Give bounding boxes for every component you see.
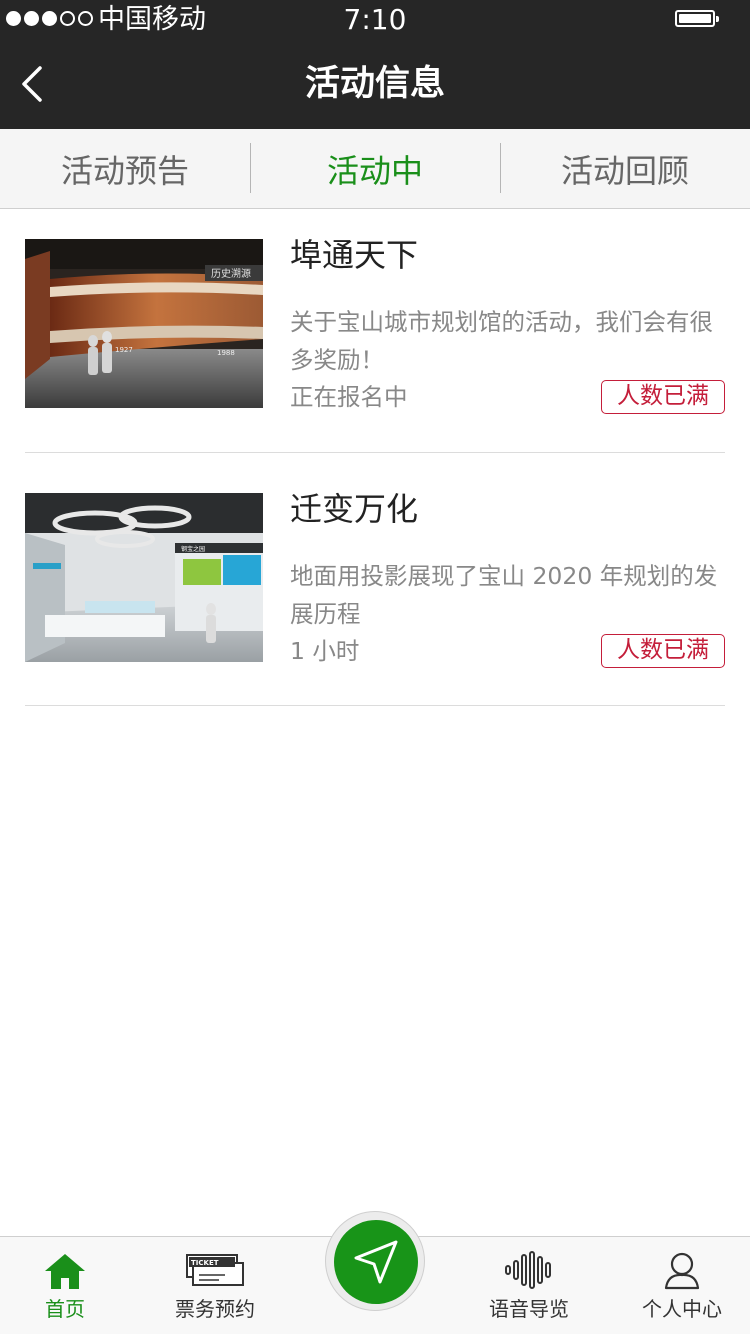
activity-item[interactable]: 钢宝之园 迁变万化 地面用投影展现了宝山 2020 年规划的发展历程 1 小时 … [25, 453, 725, 706]
tabbar-tickets[interactable]: TICKET 票务预约 [140, 1237, 290, 1334]
activity-thumbnail: 钢宝之园 [25, 493, 263, 662]
tabbar-home[interactable]: 首页 [0, 1237, 140, 1334]
activity-tabs: 活动预告 活动中 活动回顾 [0, 129, 750, 209]
activity-list: 历史溯源 1927 1988 埠通天下 关于宝山城市规划馆的活动，我们会有很多奖… [0, 209, 750, 706]
svg-text:历史溯源: 历史溯源 [211, 267, 251, 280]
activity-thumbnail: 历史溯源 1927 1988 [25, 239, 263, 408]
tabbar-home-label: 首页 [45, 1297, 85, 1321]
svg-text:1988: 1988 [217, 349, 235, 357]
activity-duration: 1 小时 [290, 637, 360, 665]
tab-ongoing[interactable]: 活动中 [250, 129, 500, 208]
navigation-arrow-icon [354, 1240, 398, 1284]
activity-description: 关于宝山城市规划馆的活动，我们会有很多奖励！ [290, 308, 713, 374]
user-icon [664, 1252, 700, 1290]
svg-text:1927: 1927 [115, 346, 133, 354]
tab-upcoming[interactable]: 活动预告 [0, 129, 250, 208]
status-time: 7:10 [343, 3, 407, 36]
battery-icon [675, 10, 719, 27]
home-icon [45, 1254, 85, 1289]
nav-bar: 活动信息 [0, 40, 750, 129]
tabbar-audio-guide[interactable]: 语音导览 [454, 1237, 604, 1334]
activity-title: 迁变万化 [290, 490, 419, 528]
activity-description: 地面用投影展现了宝山 2020 年规划的发展历程 [290, 562, 718, 628]
tabbar-audio-label: 语音导览 [489, 1297, 569, 1321]
tabbar-tickets-label: 票务预约 [175, 1297, 255, 1321]
ticket-icon: TICKET [186, 1254, 244, 1286]
activity-item[interactable]: 历史溯源 1927 1988 埠通天下 关于宝山城市规划馆的活动，我们会有很多奖… [25, 209, 725, 453]
page-title: 活动信息 [304, 64, 445, 104]
audio-wave-icon [505, 1251, 551, 1289]
tab-review[interactable]: 活动回顾 [500, 129, 750, 208]
svg-text:钢宝之园: 钢宝之园 [181, 545, 205, 553]
activity-title: 埠通天下 [290, 236, 419, 274]
full-capacity-badge[interactable]: 人数已满 [601, 634, 725, 668]
activity-status: 正在报名中 [290, 383, 408, 411]
navigation-button[interactable] [325, 1211, 425, 1311]
tabbar-profile-label: 个人中心 [642, 1297, 722, 1321]
full-capacity-badge[interactable]: 人数已满 [601, 380, 725, 414]
svg-text:TICKET: TICKET [191, 1259, 219, 1267]
status-bar: 中国移动 7:10 [0, 0, 750, 40]
tabbar-profile[interactable]: 个人中心 [607, 1237, 750, 1334]
